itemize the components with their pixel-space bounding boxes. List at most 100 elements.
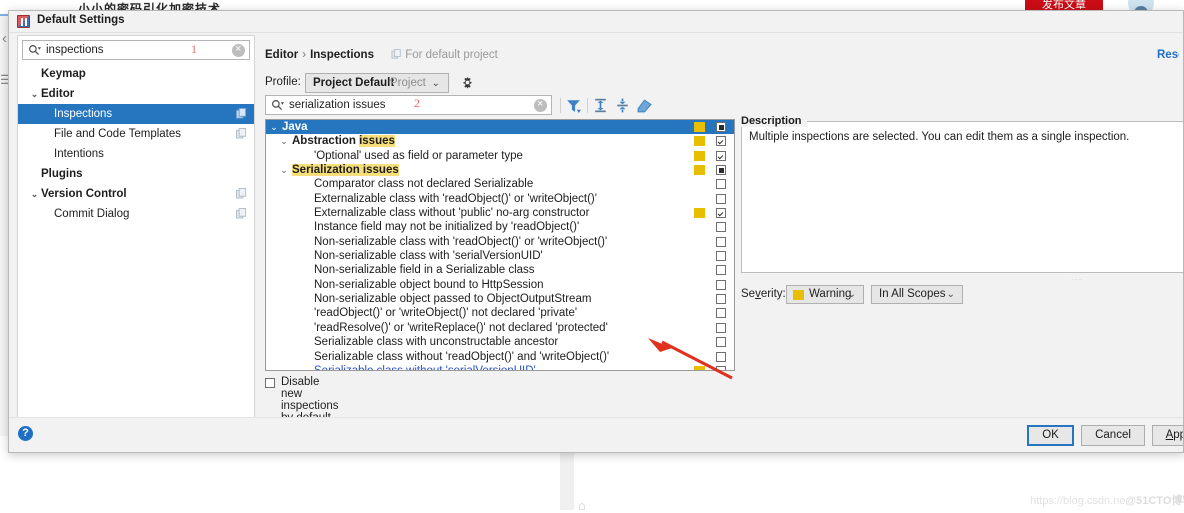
breadcrumb-parent[interactable]: Editor	[265, 49, 298, 61]
inspection-checkbox[interactable]	[716, 165, 726, 176]
inspection-tree-row[interactable]: Serializable class without 'serialVersio…	[266, 364, 734, 370]
inspection-search-input[interactable]: serialization issues	[289, 99, 386, 111]
severity-dropdown[interactable]: Warning ⌄	[786, 285, 864, 304]
inspection-tree-row[interactable]: Non-serializable object bound to HttpSes…	[266, 278, 734, 292]
inspection-tree-row[interactable]: Externalizable class with 'readObject()'…	[266, 192, 734, 206]
inspection-checkbox[interactable]	[716, 294, 726, 305]
filter-icon[interactable]	[565, 97, 582, 114]
sidebar-item-plugins[interactable]: Plugins	[18, 164, 254, 184]
clear-icon[interactable]	[534, 97, 547, 112]
sidebar-item-inspections[interactable]: Inspections	[18, 104, 254, 124]
inspection-checkbox[interactable]	[716, 322, 726, 333]
collapse-chevron-icon[interactable]: ‹	[2, 30, 7, 47]
inspection-tree-row[interactable]: Externalizable class without 'public' no…	[266, 206, 734, 220]
sidebar-item-label: Version Control	[41, 188, 127, 200]
clear-icon[interactable]	[232, 42, 245, 57]
severity-swatch	[694, 165, 705, 176]
inspection-search-box[interactable]: serialization issues 2	[265, 95, 552, 115]
inspection-tree-row[interactable]: 'readResolve()' or 'writeReplace()' not …	[266, 321, 734, 335]
profile-name: Project Default	[313, 77, 395, 89]
inspection-checkbox[interactable]	[716, 337, 726, 348]
sidebar-item-label: Plugins	[41, 168, 83, 180]
inspection-tree-row[interactable]: Non-serializable object passed to Object…	[266, 292, 734, 306]
gear-icon	[463, 76, 472, 89]
inspection-tree-row[interactable]: ⌄ Serialization issues	[266, 163, 734, 177]
chevron-down-icon[interactable]: ⌄	[28, 184, 41, 204]
sidebar-item-label: Editor	[41, 88, 75, 100]
default-settings-dialog: Default Settings inspections 1 Keymap ⌄E…	[8, 10, 1184, 453]
disable-new-inspections-checkbox[interactable]	[265, 378, 275, 388]
sidebar-item-keymap[interactable]: Keymap	[18, 64, 254, 84]
inspection-checkbox[interactable]	[716, 251, 726, 262]
inspection-tree-row[interactable]: Comparator class not declared Serializab…	[266, 177, 734, 191]
sidebar-item-label: Inspections	[54, 108, 113, 120]
profile-label: Profile:	[265, 76, 301, 88]
inspection-tree-row[interactable]: Serializable class with unconstructable …	[266, 335, 734, 349]
annotation-marker-1: 1	[191, 42, 197, 56]
inspection-checkbox[interactable]	[716, 236, 726, 247]
search-match: Serialization issues	[292, 164, 399, 177]
inspection-tree-row[interactable]: 'readObject()' or 'writeObject()' not de…	[266, 306, 734, 320]
inspection-checkbox[interactable]	[716, 279, 726, 290]
resize-grip[interactable]: ▫▫▫	[1071, 276, 1093, 280]
sidebar-item-file-and-code-templates[interactable]: File and Code Templates	[18, 124, 254, 144]
inspection-checkbox[interactable]	[716, 351, 726, 362]
inspection-tree-row[interactable]: Non-serializable class with 'readObject(…	[266, 235, 734, 249]
inspection-checkbox[interactable]	[716, 365, 726, 370]
copy-icon[interactable]	[236, 208, 247, 219]
inspection-label: Abstraction issues	[292, 135, 395, 148]
watermark-url: https://blog.csdn.ne	[1030, 495, 1126, 507]
inspection-label: Serializable class without 'readObject()…	[314, 350, 610, 363]
reset-filter-icon[interactable]	[636, 97, 653, 114]
chevron-down-icon[interactable]: ⌄	[947, 289, 955, 300]
settings-search-input[interactable]: inspections	[46, 44, 104, 56]
settings-search-box[interactable]: inspections 1	[22, 40, 250, 60]
inspection-checkbox[interactable]	[716, 122, 726, 132]
inspection-checkbox[interactable]	[716, 136, 726, 147]
chevron-down-icon[interactable]: ⌄	[278, 134, 290, 148]
copy-icon[interactable]	[236, 108, 247, 119]
chevron-down-icon[interactable]: ⌄	[848, 289, 856, 300]
search-match: issues	[359, 135, 395, 148]
sidebar-item-version-control[interactable]: ⌄ Version Control	[18, 184, 254, 204]
expand-all-icon[interactable]	[592, 97, 609, 114]
sidebar-item-intentions[interactable]: Intentions	[18, 144, 254, 164]
copy-icon[interactable]	[236, 128, 247, 139]
sidebar-item-commit-dialog[interactable]: Commit Dialog	[18, 204, 254, 224]
inspection-tree-row[interactable]: ⌄ Java	[266, 120, 734, 135]
inspection-checkbox[interactable]	[716, 208, 726, 219]
search-icon	[272, 100, 284, 110]
inspection-checkbox[interactable]	[716, 222, 726, 233]
chevron-down-icon[interactable]: ⌄	[28, 84, 41, 104]
reset-link[interactable]: Reset	[1157, 49, 1179, 61]
cancel-button[interactable]: Cancel	[1081, 425, 1145, 446]
collapse-all-icon[interactable]	[614, 97, 631, 114]
inspection-checkbox[interactable]	[716, 265, 726, 276]
inspection-checkbox[interactable]	[716, 150, 726, 161]
ok-button[interactable]: OK	[1027, 425, 1074, 446]
chevron-down-icon[interactable]: ⌄	[268, 120, 280, 134]
sidebar-item-label: Intentions	[54, 148, 104, 160]
inspection-label: Instance field may not be initialized by…	[314, 221, 580, 234]
inspection-checkbox[interactable]	[716, 193, 726, 204]
help-button[interactable]: ?	[18, 426, 33, 441]
copy-icon[interactable]	[236, 188, 247, 199]
sidebar-item-editor[interactable]: ⌄ Editor	[18, 84, 254, 104]
inspections-tree[interactable]: ⌄ Java ⌄ Abstraction issues 'Optional' used …	[265, 119, 735, 371]
dialog-footer: ? OK Cancel Apply	[9, 417, 1183, 452]
scope-dropdown[interactable]: In All Scopes ⌄	[871, 285, 963, 304]
inspection-label: Java	[282, 121, 308, 133]
inspection-tree-row[interactable]: Serializable class without 'readObject()…	[266, 350, 734, 364]
inspection-tree-row[interactable]: Instance field may not be initialized by…	[266, 220, 734, 234]
inspection-checkbox[interactable]	[716, 179, 726, 190]
inspection-tree-row[interactable]: 'Optional' used as field or parameter ty…	[266, 149, 734, 163]
chevron-down-icon[interactable]: ⌄	[278, 163, 290, 177]
profile-dropdown[interactable]: Project Default Project ⌄	[305, 73, 449, 93]
apply-button[interactable]: Apply	[1152, 425, 1183, 446]
inspection-tree-row[interactable]: ⌄ Abstraction issues	[266, 134, 734, 148]
severity-value: Warning	[809, 288, 852, 300]
chevron-down-icon[interactable]: ⌄	[432, 78, 440, 89]
inspection-checkbox[interactable]	[716, 308, 726, 319]
inspection-tree-row[interactable]: Non-serializable field in a Serializable…	[266, 263, 734, 277]
inspection-tree-row[interactable]: Non-serializable class with 'serialVersi…	[266, 249, 734, 263]
